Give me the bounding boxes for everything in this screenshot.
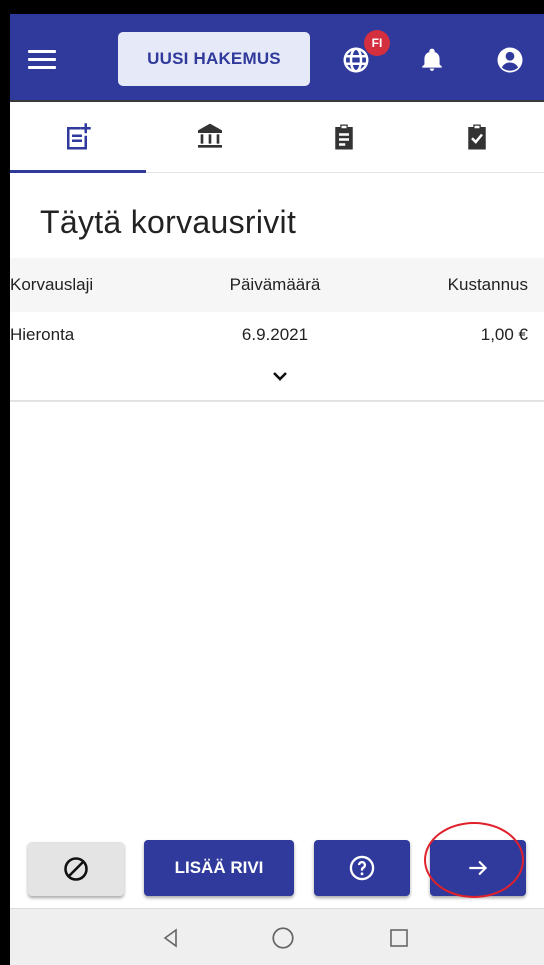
add-document-icon — [66, 123, 91, 150]
clipboard-icon — [334, 124, 353, 150]
tab-add-rows[interactable] — [10, 102, 143, 172]
column-header-date: Päivämäärä — [229, 275, 321, 294]
recents-icon[interactable] — [384, 923, 414, 953]
table-row[interactable]: Hieronta 6.9.2021 1,00 € — [10, 312, 544, 358]
row-divider — [10, 400, 544, 402]
help-button[interactable] — [314, 840, 410, 896]
chevron-down-icon[interactable] — [268, 364, 292, 388]
cell-date: 6.9.2021 — [241, 325, 309, 344]
active-tab-indicator — [10, 170, 146, 173]
cancel-button[interactable] — [28, 842, 124, 896]
add-row-button[interactable]: LISÄÄ RIVI — [144, 840, 294, 896]
top-app-bar: UUSI HAKEMUS FI — [10, 14, 544, 102]
page-title: Täytä korvausrivit — [40, 204, 297, 240]
bank-icon — [197, 123, 222, 148]
system-navigation-bar — [10, 908, 544, 965]
cell-type: Hieronta — [10, 325, 75, 344]
app-screen: UUSI HAKEMUS FI Täytä korvausrivit Korva… — [10, 14, 544, 965]
menu-icon[interactable] — [28, 50, 56, 70]
column-header-cost: Kustannus — [447, 275, 528, 294]
back-icon[interactable] — [156, 923, 186, 953]
new-application-button[interactable]: UUSI HAKEMUS — [118, 32, 310, 86]
account-icon[interactable] — [494, 44, 526, 76]
cell-cost: 1,00 € — [480, 325, 528, 344]
cancel-icon — [64, 857, 88, 881]
help-icon — [349, 855, 375, 881]
highlight-circle — [424, 822, 524, 898]
table-header: Korvauslaji Päivämäärä Kustannus — [10, 258, 544, 312]
column-header-type: Korvauslaji — [10, 275, 94, 294]
tab-summary[interactable] — [410, 102, 543, 172]
tab-bank[interactable] — [143, 102, 276, 172]
home-icon[interactable] — [268, 923, 298, 953]
step-tabs — [10, 102, 544, 173]
language-badge[interactable]: FI — [364, 30, 390, 56]
tab-documents[interactable] — [277, 102, 410, 172]
bell-icon[interactable] — [418, 44, 446, 76]
clipboard-check-icon — [467, 124, 486, 150]
